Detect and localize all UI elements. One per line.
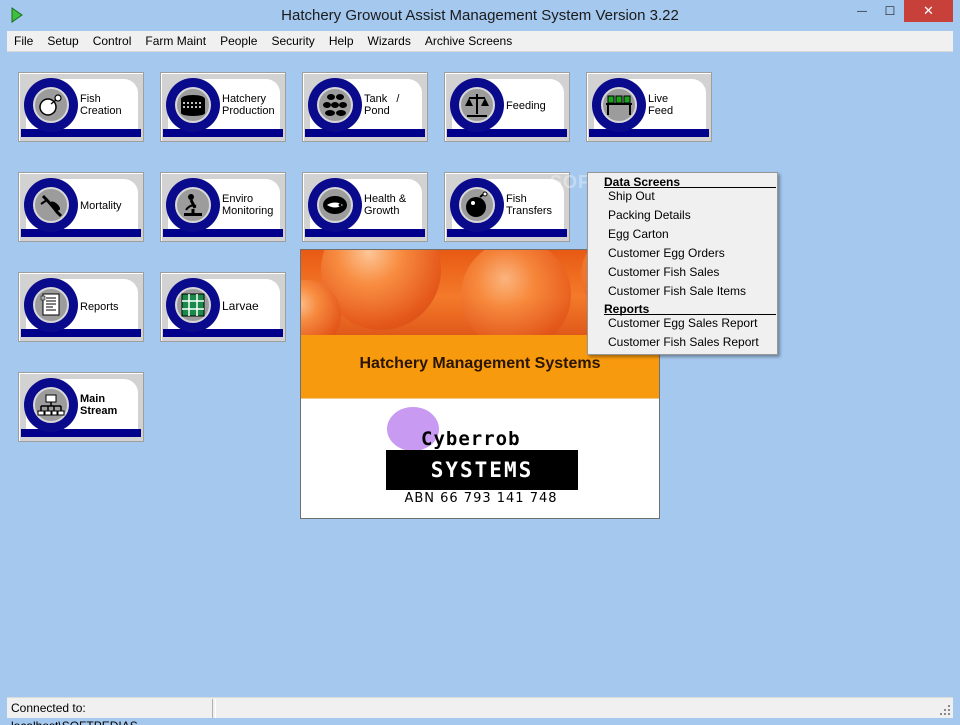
larvae-grid-icon	[181, 293, 205, 317]
menu-control[interactable]: Control	[86, 31, 139, 52]
status-panel-empty	[215, 699, 935, 718]
maximize-icon: ☐	[884, 4, 896, 18]
dead-fish-icon	[40, 194, 63, 218]
minimize-button[interactable]: —	[848, 0, 876, 22]
fish-icon	[323, 196, 347, 214]
live-feed-button[interactable]: Live Feed	[586, 72, 712, 142]
reports-button[interactable]: Reports	[18, 272, 144, 342]
window-title: Hatchery Growout Assist Management Syste…	[281, 7, 679, 24]
archive-screens-dropdown: Data Screens Ship Out Packing Details Eg…	[587, 172, 778, 355]
menu-security[interactable]: Security	[264, 31, 321, 52]
menu-item-egg-carton[interactable]: Egg Carton	[608, 225, 669, 244]
maximize-button[interactable]: ☐	[876, 0, 904, 22]
egg-icon	[39, 94, 62, 116]
menu-item-customer-fish-sales[interactable]: Customer Fish Sales	[608, 263, 719, 282]
hatchery-production-button[interactable]: Hatchery Production	[160, 72, 286, 142]
health-growth-button[interactable]: Health & Growth	[302, 172, 428, 242]
menu-file[interactable]: File	[7, 31, 40, 52]
fish-ball-icon	[466, 191, 488, 217]
menu-people[interactable]: People	[213, 31, 264, 52]
menu-bar: File Setup Control Farm Maint People Sec…	[7, 31, 953, 52]
tanks-icon	[323, 94, 347, 116]
company-abn: ABN 66 793 141 748	[404, 491, 558, 506]
hatchery-tank-icon	[181, 95, 205, 116]
splash-title: Hatchery Management Systems	[359, 355, 601, 372]
company-logo-systems: SYSTEMS	[386, 450, 578, 490]
tank-pond-button[interactable]: Tank / Pond	[302, 72, 428, 142]
menu-item-customer-egg-sales-report[interactable]: Customer Egg Sales Report	[608, 314, 757, 333]
menu-archive-screens[interactable]: Archive Screens	[418, 31, 519, 52]
close-icon: ✕	[923, 3, 934, 18]
menu-setup[interactable]: Setup	[40, 31, 85, 52]
close-button[interactable]: ✕	[904, 0, 953, 22]
menu-item-ship-out[interactable]: Ship Out	[608, 187, 655, 206]
microscope-icon	[184, 194, 202, 216]
title-bar: Hatchery Growout Assist Management Syste…	[0, 0, 960, 31]
fish-creation-button[interactable]: Fish Creation	[18, 72, 144, 142]
menu-help[interactable]: Help	[322, 31, 361, 52]
menu-item-customer-egg-orders[interactable]: Customer Egg Orders	[608, 244, 725, 263]
live-feed-tanks-icon	[606, 95, 632, 115]
menu-farm-maint[interactable]: Farm Maint	[138, 31, 213, 52]
mortality-button[interactable]: Mortality	[18, 172, 144, 242]
menu-item-customer-fish-sale-items[interactable]: Customer Fish Sale Items	[608, 282, 746, 301]
org-chart-icon	[37, 394, 65, 416]
connection-status: Connected to: localhost\SOFTPEDIAS	[9, 699, 213, 725]
status-bar: Connected to: localhost\SOFTPEDIAS	[7, 697, 953, 725]
menu-item-customer-fish-sales-report[interactable]: Customer Fish Sales Report	[608, 333, 759, 352]
scales-icon	[465, 94, 489, 117]
feeding-button[interactable]: Feeding	[444, 72, 570, 142]
company-name: Cyberrob	[421, 428, 521, 450]
larvae-button[interactable]: Larvae	[160, 272, 286, 342]
resize-grip-icon[interactable]	[939, 704, 951, 716]
menu-wizards[interactable]: Wizards	[361, 31, 418, 52]
enviro-monitoring-button[interactable]: Enviro Monitoring	[160, 172, 286, 242]
report-document-icon	[40, 293, 60, 316]
main-stream-button[interactable]: Main Stream	[18, 372, 144, 442]
menu-item-packing-details[interactable]: Packing Details	[608, 206, 691, 225]
minimize-icon: —	[857, 5, 867, 17]
